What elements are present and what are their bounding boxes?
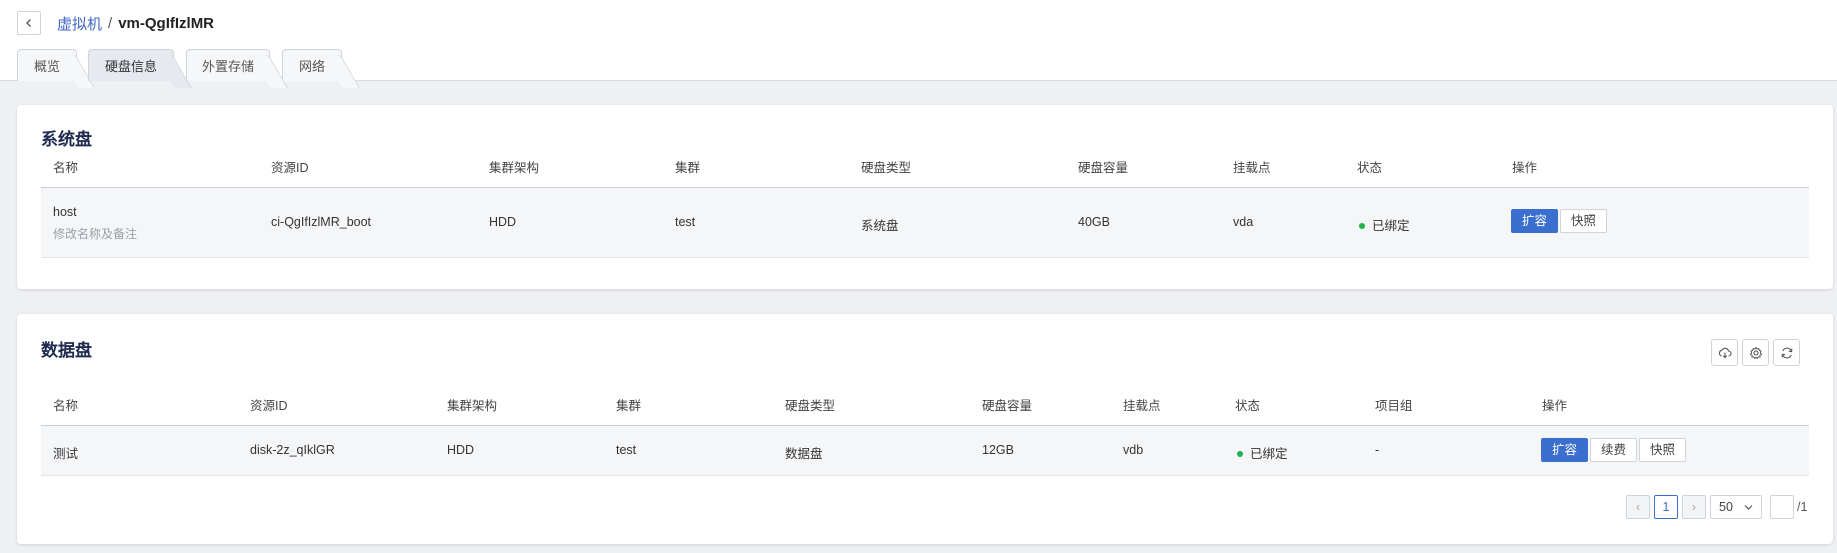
prev-page-button[interactable]: ‹ xyxy=(1626,495,1650,519)
breadcrumb-vm-link[interactable]: 虚拟机 xyxy=(57,13,102,34)
column-header: 集群 xyxy=(616,399,642,413)
data-disk-title: 数据盘 xyxy=(41,341,92,360)
top-bar: 虚拟机 / vm-QgIfIzlMR 概览 硬盘信息 外置存储 网络 xyxy=(0,0,1837,81)
row-actions: 扩容 续费 快照 xyxy=(1541,438,1688,462)
disk-type: 系统盘 xyxy=(861,219,899,233)
column-header: 资源ID xyxy=(271,161,309,175)
tab-network[interactable]: 网络 xyxy=(282,49,342,81)
table-header: 名称 资源ID 集群架构 集群 硬盘类型 硬盘容量 挂载点 状态 项目组 操作 xyxy=(41,386,1809,426)
column-header: 硬盘容量 xyxy=(1078,161,1129,175)
snapshot-button[interactable]: 快照 xyxy=(1560,209,1608,233)
refresh-icon xyxy=(1781,347,1792,358)
column-header: 名称 xyxy=(53,161,79,175)
disk-capacity: 40GB xyxy=(1078,215,1110,229)
settings-button[interactable] xyxy=(1742,339,1769,366)
tab-disk-info[interactable]: 硬盘信息 xyxy=(88,49,174,81)
table-row: 测试 disk-2z_qIklGR HDD test 数据盘 12GB vdb … xyxy=(41,426,1809,476)
breadcrumb: 虚拟机 / vm-QgIfIzlMR xyxy=(57,13,214,34)
table-header: 名称 资源ID 集群架构 集群 硬盘类型 硬盘容量 挂载点 状态 操作 xyxy=(41,148,1809,188)
download-button[interactable] xyxy=(1711,339,1738,366)
column-header: 硬盘类型 xyxy=(785,399,836,413)
column-header: 硬盘容量 xyxy=(982,399,1033,413)
status-text: 已绑定 xyxy=(1372,219,1410,233)
expand-button[interactable]: 扩容 xyxy=(1541,438,1589,462)
system-disk-table: 名称 资源ID 集群架构 集群 硬盘类型 硬盘容量 挂载点 状态 操作 host… xyxy=(41,148,1809,258)
data-disk-card: 数据盘 名称 资源ID 集群架构 集群 硬盘类型 硬盘容量 挂载点 状态 项目组… xyxy=(17,314,1833,544)
cluster-arch: HDD xyxy=(489,215,517,229)
column-header: 硬盘类型 xyxy=(861,161,912,175)
cloud-download-icon xyxy=(1718,347,1732,358)
tab-overview[interactable]: 概览 xyxy=(17,49,77,81)
column-header: 挂载点 xyxy=(1233,161,1271,175)
tab-external-storage[interactable]: 外置存储 xyxy=(186,49,270,81)
page-number-1[interactable]: 1 xyxy=(1654,495,1678,519)
chevron-down-icon xyxy=(1744,505,1753,510)
back-button[interactable] xyxy=(17,11,41,35)
disk-name: 测试 xyxy=(53,447,79,461)
cluster: test xyxy=(616,443,637,457)
column-header: 操作 xyxy=(1542,399,1568,413)
page-size-select[interactable]: 50 xyxy=(1710,495,1762,519)
disk-name: host xyxy=(53,205,77,219)
edit-name-remark-link[interactable]: 修改名称及备注 xyxy=(53,225,137,242)
cluster: test xyxy=(675,215,696,229)
page-jump-input[interactable] xyxy=(1770,495,1794,519)
column-header: 项目组 xyxy=(1375,399,1413,413)
disk-type: 数据盘 xyxy=(785,447,823,461)
gear-icon xyxy=(1749,346,1762,359)
refresh-button[interactable] xyxy=(1773,339,1800,366)
column-header: 资源ID xyxy=(250,399,288,413)
breadcrumb-separator: / xyxy=(108,15,113,32)
next-page-button[interactable]: › xyxy=(1682,495,1706,519)
status-text: 已绑定 xyxy=(1250,447,1288,461)
column-header: 状态 xyxy=(1357,161,1383,175)
disk-capacity: 12GB xyxy=(982,443,1014,457)
row-actions: 扩容 快照 xyxy=(1511,209,1609,233)
status-badge: 已绑定 xyxy=(1359,215,1410,234)
resource-id: ci-QgIfIzlMR_boot xyxy=(271,215,372,229)
snapshot-button[interactable]: 快照 xyxy=(1639,438,1687,462)
renew-button[interactable]: 续费 xyxy=(1590,438,1638,462)
data-disk-table: 名称 资源ID 集群架构 集群 硬盘类型 硬盘容量 挂载点 状态 项目组 操作 … xyxy=(41,386,1809,476)
column-header: 集群 xyxy=(675,161,701,175)
column-header: 状态 xyxy=(1235,399,1261,413)
cluster-arch: HDD xyxy=(447,443,475,457)
resource-id: disk-2z_qIklGR xyxy=(250,443,335,457)
total-pages: /1 xyxy=(1797,500,1808,514)
pagination: ‹ 1 › 50 /1 xyxy=(17,495,1833,519)
mount-point: vda xyxy=(1233,215,1254,229)
column-header: 名称 xyxy=(53,399,79,413)
column-header: 操作 xyxy=(1512,161,1538,175)
status-badge: 已绑定 xyxy=(1237,443,1288,462)
table-row: host 修改名称及备注 ci-QgIfIzlMR_boot HDD test … xyxy=(41,188,1809,258)
system-disk-title: 系统盘 xyxy=(41,130,92,149)
page-title: vm-QgIfIzlMR xyxy=(118,15,215,32)
status-dot-icon xyxy=(1237,450,1243,457)
expand-button[interactable]: 扩容 xyxy=(1511,209,1559,233)
project-group: - xyxy=(1375,443,1380,457)
column-header: 集群架构 xyxy=(489,161,540,175)
column-header: 集群架构 xyxy=(447,399,498,413)
column-header: 挂载点 xyxy=(1123,399,1161,413)
mount-point: vdb xyxy=(1123,443,1144,457)
status-dot-icon xyxy=(1359,222,1365,229)
system-disk-card: 系统盘 名称 资源ID 集群架构 集群 硬盘类型 硬盘容量 挂载点 状态 操作 … xyxy=(17,105,1833,289)
chevron-left-icon xyxy=(26,19,31,27)
page-size-value: 50 xyxy=(1719,500,1733,514)
